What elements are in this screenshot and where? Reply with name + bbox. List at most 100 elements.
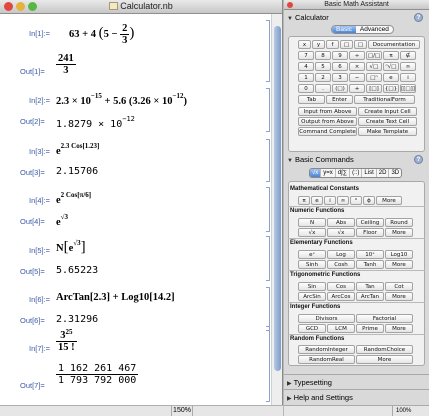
degree-button[interactable]: °	[350, 196, 362, 205]
key-minus[interactable]: −	[349, 73, 365, 82]
key-not-element[interactable]: ∉	[400, 51, 416, 60]
cell-bracket[interactable]	[266, 187, 270, 232]
more-dropdown[interactable]: More	[376, 196, 402, 205]
key-brackets[interactable]: [□]	[366, 84, 382, 93]
input-expression[interactable]: N[e√3]	[56, 239, 86, 256]
cos-button[interactable]: Cos	[327, 282, 355, 291]
tab-matrix[interactable]: (::)	[350, 169, 363, 177]
create-text-cell-button[interactable]: Create Text Cell	[358, 117, 417, 126]
enter-key[interactable]: Enter	[326, 95, 353, 104]
key-placeholder[interactable]: □	[340, 40, 353, 49]
key-pi[interactable]: π	[383, 51, 399, 60]
make-template-button[interactable]: Make Template	[358, 127, 417, 136]
abs-button[interactable]: Abs	[327, 218, 355, 227]
key-7[interactable]: 7	[298, 51, 314, 60]
input-expression[interactable]: e2.3 Cos[1.23]	[56, 142, 99, 157]
tab-list[interactable]: List	[362, 169, 377, 177]
cell-bracket[interactable]	[266, 139, 270, 182]
cot-button[interactable]: Cot	[385, 282, 413, 291]
help-icon[interactable]: ?	[414, 155, 423, 164]
zoom-menu[interactable]: 150%	[171, 406, 193, 416]
key-x[interactable]: x	[298, 40, 311, 49]
tab-advanced[interactable]: Advanced	[356, 26, 393, 33]
key-power[interactable]: □ⁿ	[366, 73, 382, 82]
input-expression[interactable]: 63 + 4 (5 − 2 3)	[69, 23, 134, 46]
tab-key[interactable]: Tab	[298, 95, 325, 104]
key-braces[interactable]: {□}	[383, 84, 399, 93]
key-parentheses[interactable]: (□)	[332, 84, 348, 93]
divisors-button[interactable]: Divisors	[298, 314, 355, 323]
e-button[interactable]: e	[311, 196, 323, 205]
traditionalform-button[interactable]: TraditionalForm	[354, 95, 415, 104]
cell-bracket[interactable]	[266, 326, 270, 402]
typesetting-section-header[interactable]: ▶ Typesetting	[287, 378, 332, 387]
input-expression[interactable]: 325 15 !	[56, 328, 77, 353]
input-expression[interactable]: 2.3 × 10−15 + 5.6 (3.26 × 10−12)	[56, 92, 187, 107]
key-times[interactable]: ×	[349, 62, 365, 71]
exp-button[interactable]: eˣ	[298, 250, 326, 259]
lcm-button[interactable]: LCM	[327, 324, 355, 333]
log-button[interactable]: Log	[327, 250, 355, 259]
scrollbar-thumb[interactable]	[274, 26, 281, 371]
help-settings-section-header[interactable]: ▶ Help and Settings	[287, 393, 353, 402]
round-button[interactable]: Round	[385, 218, 413, 227]
key-sqrt[interactable]: √□	[366, 62, 382, 71]
randominteger-button[interactable]: RandomInteger	[298, 345, 355, 354]
factorial-button[interactable]: Factorial	[356, 314, 413, 323]
sin-button[interactable]: Sin	[298, 282, 326, 291]
cell-bracket[interactable]	[266, 20, 270, 82]
cell-bracket[interactable]	[266, 287, 270, 331]
more-dropdown[interactable]: More	[385, 260, 413, 269]
key-4[interactable]: 4	[298, 62, 314, 71]
input-expression[interactable]: ArcTan[2.3] + Log10[14.2]	[56, 292, 175, 303]
more-dropdown[interactable]: More	[356, 355, 413, 364]
help-icon[interactable]: ?	[414, 13, 423, 22]
tab-math[interactable]: √x	[310, 169, 322, 177]
key-nth-root[interactable]: ⁿ√□	[383, 62, 399, 71]
input-expression[interactable]: e2 Cos[π/6]	[56, 191, 91, 206]
command-category-tabs[interactable]: √x y=x d∫∑ (::) List 2D 3D	[309, 168, 403, 178]
key-infinity[interactable]: ∞	[400, 62, 416, 71]
log10-button[interactable]: Log10	[385, 250, 413, 259]
basic-commands-section-header[interactable]: ▼ Basic Commands	[287, 155, 354, 164]
ten-power-button[interactable]: 10ˣ	[356, 250, 384, 259]
key-1[interactable]: 1	[298, 73, 314, 82]
tab-basic[interactable]: Basic	[332, 26, 356, 33]
key-fraction[interactable]: □/□	[366, 51, 382, 60]
key-0[interactable]: 0	[298, 84, 314, 93]
key-y[interactable]: y	[312, 40, 325, 49]
vertical-scrollbar[interactable]	[271, 14, 282, 405]
key-i[interactable]: i	[400, 73, 416, 82]
sqrt-button[interactable]: √x	[327, 228, 355, 237]
documentation-button[interactable]: Documentation	[368, 40, 420, 49]
key-plus[interactable]: +	[349, 84, 365, 93]
cell-bracket[interactable]	[266, 236, 270, 281]
key-e[interactable]: e	[383, 73, 399, 82]
notebook-cells[interactable]: In[1]:= 63 + 4 (5 − 2 3) Out[1]= 241 3 In[…	[0, 14, 270, 404]
key-part[interactable]: [[□]]	[400, 84, 416, 93]
calculator-tabs[interactable]: Basic Advanced	[331, 25, 394, 34]
arcsin-button[interactable]: ArcSin	[298, 292, 326, 301]
calculator-section-header[interactable]: ▼ Calculator	[287, 13, 329, 22]
more-dropdown[interactable]: More	[385, 324, 413, 333]
tab-2d[interactable]: 2D	[377, 169, 390, 177]
tan-button[interactable]: Tan	[356, 282, 384, 291]
i-button[interactable]: i	[324, 196, 336, 205]
key-8[interactable]: 8	[315, 51, 331, 60]
n-button[interactable]: N	[298, 218, 326, 227]
gcd-button[interactable]: GCD	[298, 324, 326, 333]
arctan-button[interactable]: ArcTan	[356, 292, 384, 301]
palette-zoom-menu[interactable]: 100%	[392, 406, 414, 416]
key-divide[interactable]: ÷	[349, 51, 365, 60]
tanh-button[interactable]: Tanh	[356, 260, 384, 269]
key-decimal[interactable]: .	[315, 84, 331, 93]
pi-button[interactable]: π	[298, 196, 310, 205]
randomchoice-button[interactable]: RandomChoice	[356, 345, 413, 354]
tab-3d[interactable]: 3D	[389, 169, 401, 177]
ceiling-button[interactable]: Ceiling	[356, 218, 384, 227]
key-5[interactable]: 5	[315, 62, 331, 71]
cosh-button[interactable]: Cosh	[327, 260, 355, 269]
key-3[interactable]: 3	[332, 73, 348, 82]
arccos-button[interactable]: ArcCos	[327, 292, 355, 301]
sinh-button[interactable]: Sinh	[298, 260, 326, 269]
